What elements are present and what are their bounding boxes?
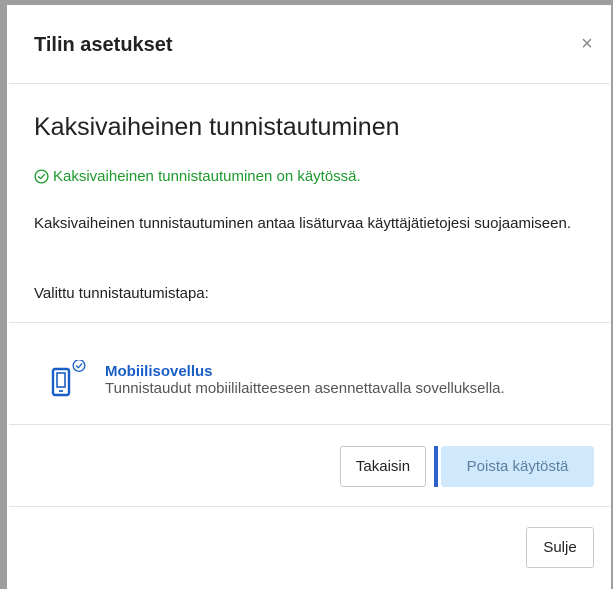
description-text: Kaksivaiheinen tunnistautuminen antaa li…: [34, 215, 571, 232]
focus-indicator: [434, 446, 438, 487]
divider: [9, 506, 610, 507]
status-message: Kaksivaiheinen tunnistautuminen on käytö…: [34, 168, 361, 185]
status-text: Kaksivaiheinen tunnistautuminen on käytö…: [53, 168, 361, 185]
account-settings-dialog: Tilin asetukset × Kaksivaiheinen tunnist…: [9, 6, 610, 589]
dialog-header: Tilin asetukset ×: [9, 6, 610, 84]
method-name: Mobiilisovellus: [105, 363, 213, 380]
window-frame-top: [0, 0, 613, 5]
close-icon[interactable]: ×: [577, 34, 597, 54]
disable-button[interactable]: Poista käytöstä: [441, 446, 594, 487]
method-description: Tunnistaudut mobiililaitteeseen asennett…: [105, 380, 505, 397]
divider: [9, 322, 610, 323]
check-circle-icon: [34, 169, 49, 184]
divider: [9, 424, 610, 425]
dialog-title: Tilin asetukset: [34, 34, 173, 56]
window-frame-left: [0, 0, 7, 589]
back-button[interactable]: Takaisin: [340, 446, 426, 487]
method-label: Valittu tunnistautumistapa:: [34, 285, 209, 302]
section-title: Kaksivaiheinen tunnistautuminen: [34, 113, 400, 141]
close-button[interactable]: Sulje: [526, 527, 594, 568]
auth-method-item: Mobiilisovellus Tunnistaudut mobiililait…: [9, 329, 610, 423]
phone-icon: [49, 359, 89, 400]
